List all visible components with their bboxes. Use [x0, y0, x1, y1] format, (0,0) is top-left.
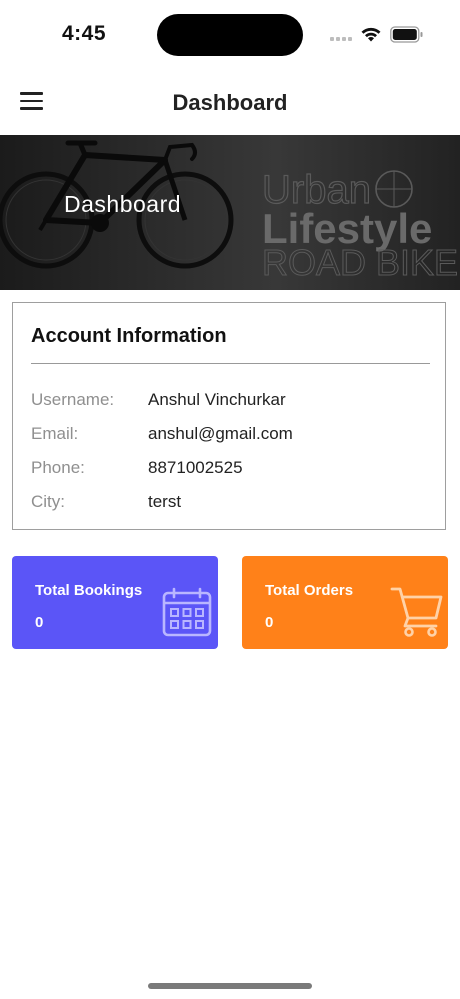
stat-title: Total Orders	[265, 582, 354, 599]
cart-icon	[390, 587, 443, 637]
info-row-email: Email: anshul@gmail.com	[31, 424, 431, 448]
card-divider	[31, 363, 430, 364]
card-title: Account Information	[31, 325, 227, 347]
app-header: Dashboard	[0, 70, 460, 134]
status-time: 4:45	[62, 22, 107, 45]
info-row-phone: Phone: 8871002525	[31, 458, 431, 482]
brand-logo: Urban Lifestyle ROAD BIKE	[261, 167, 458, 283]
info-row-city: City: terst	[31, 492, 431, 516]
total-orders-card[interactable]: Total Orders 0	[242, 556, 448, 649]
account-info-card: Account Information Username: Anshul Vin…	[12, 302, 446, 530]
info-label: Username:	[31, 390, 115, 409]
info-label: Email:	[31, 424, 79, 443]
home-indicator	[148, 983, 312, 989]
info-label: City:	[31, 492, 65, 511]
info-label: Phone:	[31, 458, 85, 477]
info-value: Anshul Vinchurkar	[148, 390, 286, 409]
signal-icon	[330, 35, 354, 41]
stat-count: 0	[265, 614, 274, 631]
info-value: 8871002525	[148, 458, 243, 477]
info-row-username: Username: Anshul Vinchurkar	[31, 390, 431, 414]
stat-title: Total Bookings	[35, 582, 143, 599]
page-title: Dashboard	[172, 90, 288, 115]
battery-icon	[390, 26, 423, 43]
calendar-icon	[162, 587, 212, 637]
info-value: terst	[148, 492, 182, 511]
info-value: anshul@gmail.com	[148, 424, 293, 443]
total-bookings-card[interactable]: Total Bookings 0	[12, 556, 218, 649]
wifi-icon	[361, 27, 381, 42]
hero-banner: Dashboard Urban Lifestyle ROAD BIKE	[0, 135, 460, 290]
dynamic-island	[157, 14, 303, 56]
brand-line3: ROAD BIKE	[262, 242, 458, 283]
stat-count: 0	[35, 614, 44, 631]
status-bar: 4:45	[0, 0, 460, 70]
